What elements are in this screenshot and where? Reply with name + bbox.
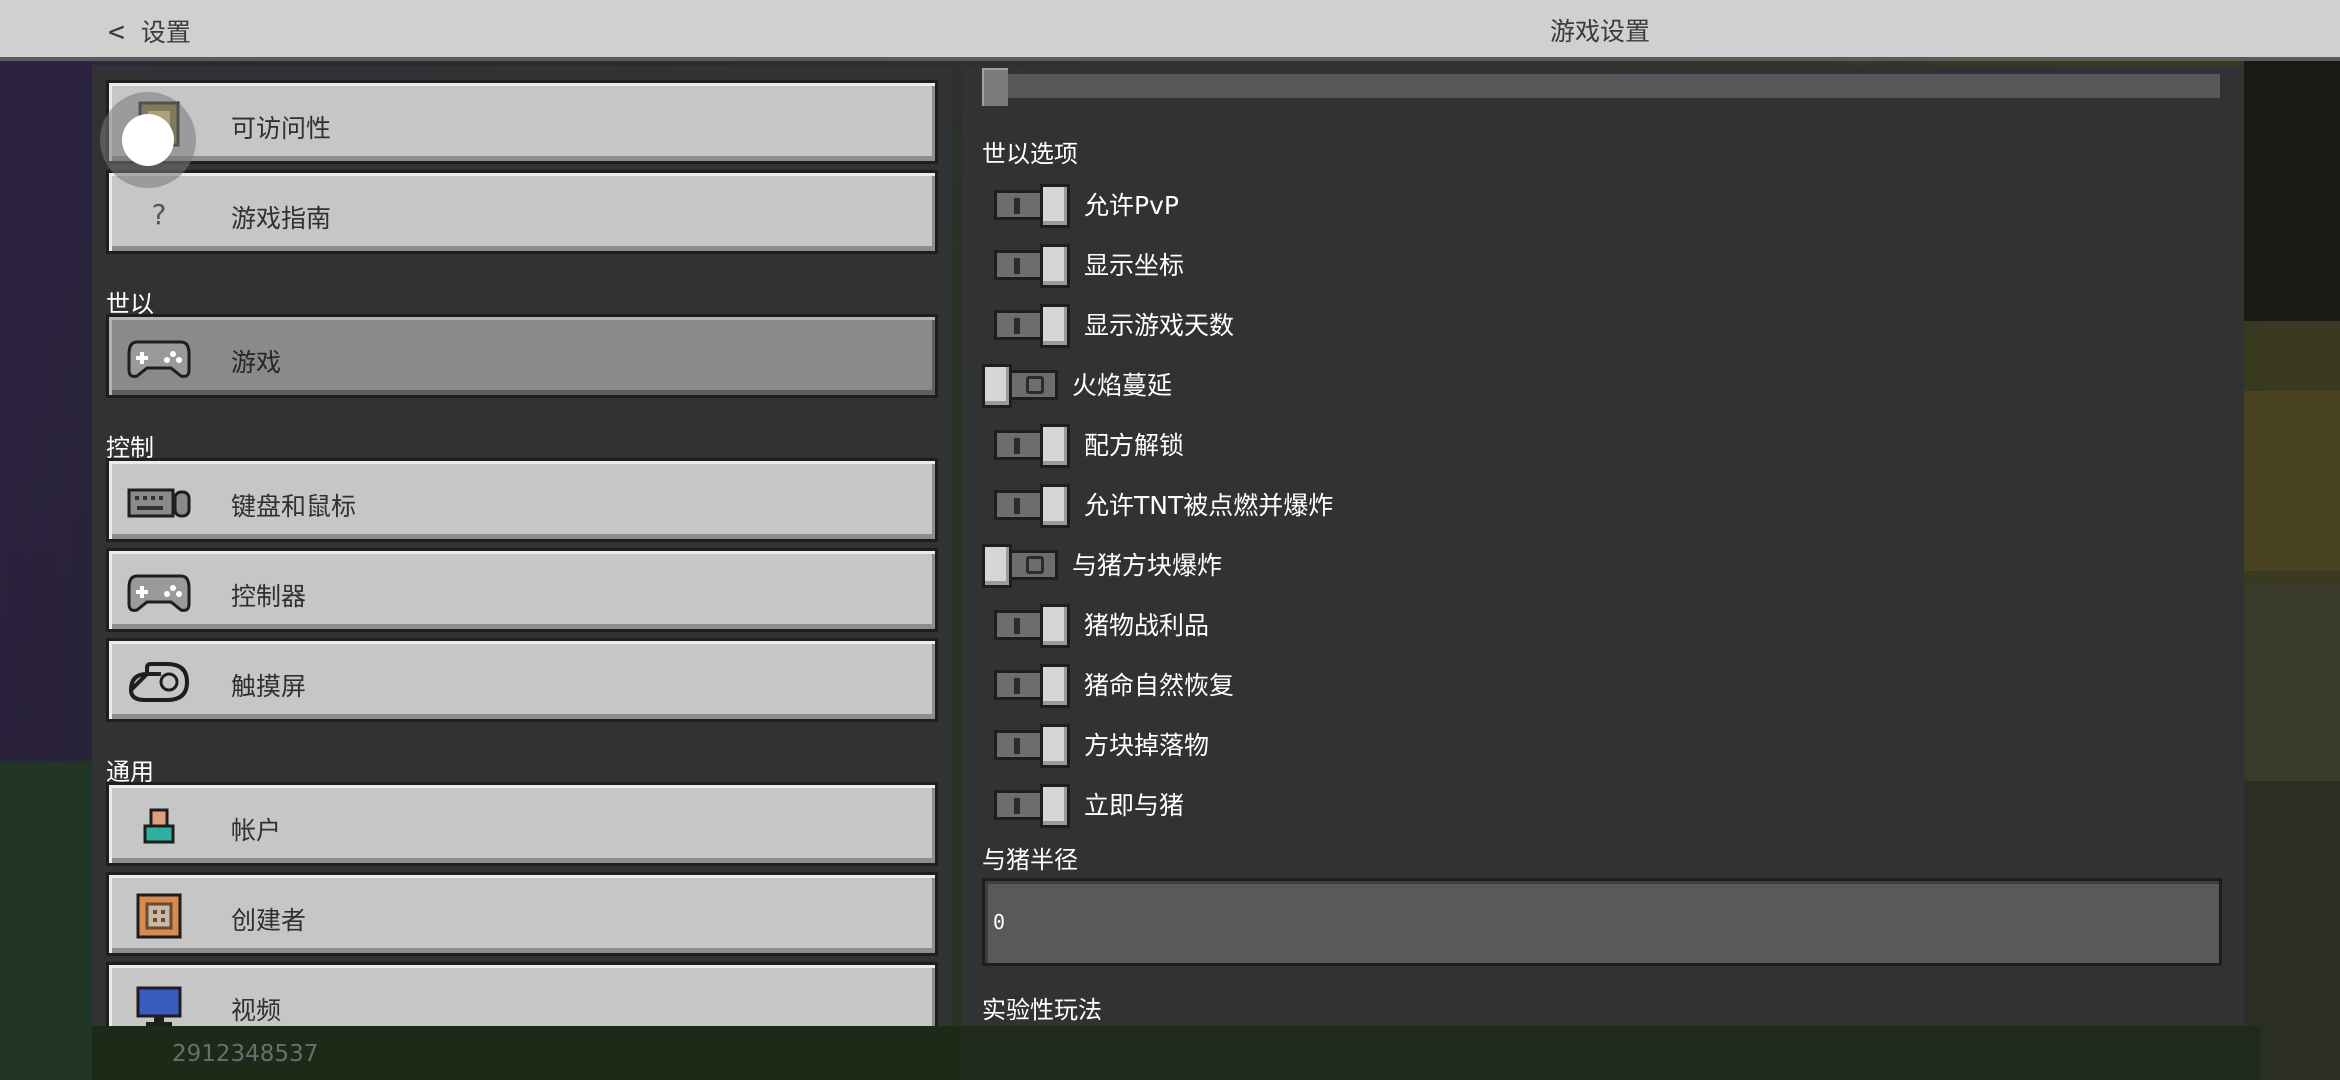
back-button[interactable]: < 设置 [108, 12, 191, 50]
gamepad-icon [127, 335, 191, 381]
touch-hand-icon [127, 659, 191, 705]
chevron-left-icon: < [108, 14, 125, 48]
toggle-switch[interactable] [994, 424, 1070, 468]
toggle-switch[interactable] [982, 364, 1058, 408]
toggle-row-block-explosion[interactable]: 与猪方块爆炸 [982, 541, 1223, 588]
menu-item-controller[interactable]: 控制器 [106, 548, 938, 632]
toggle-label: 火焰蔓延 [1072, 371, 1173, 400]
back-label: 设置 [140, 18, 191, 47]
toggle-switch[interactable] [994, 724, 1070, 768]
toggle-label: 允许TNT被点燃并爆炸 [1084, 491, 1334, 520]
toggle-row-pvp[interactable]: 允许PvP [982, 181, 1179, 228]
menu-item-game[interactable]: 游戏 [106, 314, 938, 398]
menu-item-touch[interactable]: 触摸屏 [106, 638, 938, 722]
menu-item-label: 视频 [231, 996, 282, 1025]
account-icon [127, 803, 191, 849]
toggle-switch[interactable] [994, 664, 1070, 708]
menu-item-video[interactable]: 视频 [106, 962, 938, 1026]
top-bar: < 设置 游戏设置 [0, 0, 2340, 61]
radius-label: 与猪半径 [982, 846, 1078, 874]
menu-item-label: 可访问性 [231, 114, 332, 143]
menu-item-how-to-play[interactable]: ? 游戏指南 [106, 170, 938, 254]
toggle-row-immediate-respawn[interactable]: 立即与猪 [982, 781, 1185, 828]
menu-item-accessibility[interactable]: 可访问性 [106, 80, 938, 164]
scrollbar-thumb[interactable] [982, 68, 1008, 106]
touch-indicator [100, 92, 196, 188]
toggle-label: 猪物战利品 [1084, 611, 1210, 640]
toggle-row-tnt-explodes[interactable]: 允许TNT被点燃并爆炸 [982, 481, 1334, 528]
toggle-row-mob-loot[interactable]: 猪物战利品 [982, 601, 1210, 648]
toggle-label: 方块掉落物 [1084, 731, 1210, 760]
menu-item-label: 帐户 [231, 816, 282, 845]
toggle-label: 允许PvP [1084, 191, 1179, 220]
toggle-switch[interactable] [982, 544, 1058, 588]
toggle-label: 猪命自然恢复 [1084, 671, 1235, 700]
toggle-switch[interactable] [994, 184, 1070, 228]
menu-item-account[interactable]: 帐户 [106, 782, 938, 866]
toggle-switch[interactable] [994, 304, 1070, 348]
toggle-label: 与猪方块爆炸 [1072, 551, 1223, 580]
toggle-row-fire-spread[interactable]: 火焰蔓延 [982, 361, 1173, 408]
menu-item-keyboard-mouse[interactable]: 键盘和鼠标 [106, 458, 938, 542]
toggle-label: 显示坐标 [1084, 251, 1185, 280]
toggle-switch[interactable] [994, 604, 1070, 648]
game-settings-panel: 世以选项 允许PvP 显示坐标 显示游戏天数 火焰蔓延 配方解锁 允许TNT被点… [962, 66, 2244, 1026]
toggle-row-recipe-unlock[interactable]: 配方解锁 [982, 421, 1185, 468]
creator-icon [127, 893, 191, 939]
video-monitor-icon [127, 983, 191, 1026]
menu-item-label: 控制器 [231, 582, 307, 611]
menu-item-label: 触摸屏 [231, 672, 307, 701]
keyboard-mouse-icon [127, 479, 191, 525]
toggle-row-tile-drops[interactable]: 方块掉落物 [982, 721, 1210, 768]
menu-item-label: 键盘和鼠标 [231, 492, 357, 521]
menu-item-label: 游戏指南 [231, 204, 332, 233]
menu-item-creator[interactable]: 创建者 [106, 872, 938, 956]
toggle-row-show-coordinates[interactable]: 显示坐标 [982, 241, 1185, 288]
toggle-row-natural-regen[interactable]: 猪命自然恢复 [982, 661, 1235, 708]
menu-item-label: 游戏 [231, 348, 282, 377]
toggle-switch[interactable] [994, 484, 1070, 528]
question-mark-icon: ? [151, 197, 167, 231]
page-title: 游戏设置 [1549, 17, 1650, 46]
toggle-row-show-days[interactable]: 显示游戏天数 [982, 301, 1235, 348]
experimental-header: 实验性玩法 [982, 996, 1102, 1024]
scrollbar-track[interactable] [982, 74, 2220, 98]
settings-menu-panel: 可访问性 ? 游戏指南 世以 游戏 控制 键盘和鼠标 控制器 触摸屏 通用 帐户… [92, 66, 952, 1026]
radius-input[interactable] [982, 878, 2222, 966]
toggle-label: 显示游戏天数 [1084, 311, 1235, 340]
toggle-switch[interactable] [994, 784, 1070, 828]
seed-text: 2912348537 [172, 1041, 319, 1067]
world-options-header: 世以选项 [982, 140, 1078, 168]
toggle-label: 立即与猪 [1084, 791, 1185, 820]
controller-icon [127, 569, 191, 615]
menu-item-label: 创建者 [231, 906, 307, 935]
toggle-label: 配方解锁 [1084, 431, 1185, 460]
toggle-switch[interactable] [994, 244, 1070, 288]
